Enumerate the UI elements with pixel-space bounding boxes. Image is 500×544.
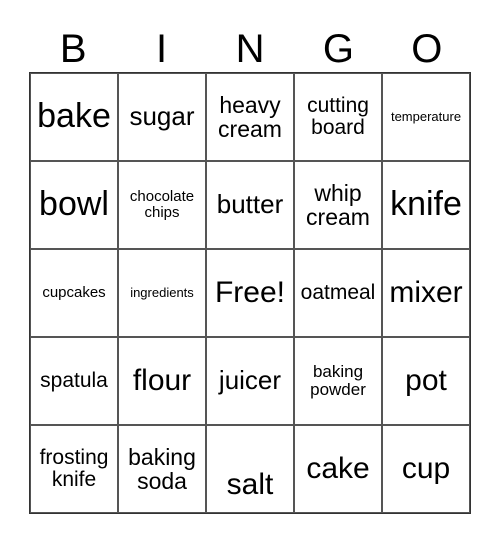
- free-space[interactable]: Free!: [206, 249, 294, 337]
- bingo-cell[interactable]: oatmeal: [294, 249, 382, 337]
- bingo-cell[interactable]: chocolate chips: [118, 161, 206, 249]
- bingo-header: B I N G O: [29, 26, 471, 72]
- bingo-cell[interactable]: mixer: [382, 249, 470, 337]
- bingo-cell[interactable]: spatula: [30, 337, 118, 425]
- bingo-cell[interactable]: cup: [382, 425, 470, 513]
- bingo-cell[interactable]: cupcakes: [30, 249, 118, 337]
- header-letter-o: O: [411, 27, 443, 71]
- bingo-cell[interactable]: cutting board: [294, 73, 382, 161]
- bingo-cell[interactable]: knife: [382, 161, 470, 249]
- bingo-cell[interactable]: temperature: [382, 73, 470, 161]
- bingo-cell[interactable]: juicer: [206, 337, 294, 425]
- bingo-cell[interactable]: salt: [206, 425, 294, 513]
- bingo-cell[interactable]: whip cream: [294, 161, 382, 249]
- bingo-cell[interactable]: frosting knife: [30, 425, 118, 513]
- bingo-cell[interactable]: butter: [206, 161, 294, 249]
- bingo-cell[interactable]: bowl: [30, 161, 118, 249]
- header-letter-g: G: [322, 27, 354, 71]
- bingo-cell[interactable]: heavy cream: [206, 73, 294, 161]
- bingo-cell[interactable]: cake: [294, 425, 382, 513]
- bingo-cell[interactable]: bake: [30, 73, 118, 161]
- bingo-cell[interactable]: baking powder: [294, 337, 382, 425]
- bingo-cell[interactable]: sugar: [118, 73, 206, 161]
- bingo-cell[interactable]: ingredients: [118, 249, 206, 337]
- bingo-cell[interactable]: flour: [118, 337, 206, 425]
- bingo-card: bake sugar heavy cream cutting board tem…: [29, 72, 471, 514]
- bingo-cell[interactable]: pot: [382, 337, 470, 425]
- bingo-cell[interactable]: baking soda: [118, 425, 206, 513]
- header-letter-i: I: [156, 27, 168, 71]
- header-letter-b: B: [59, 27, 87, 71]
- header-letter-n: N: [235, 27, 265, 71]
